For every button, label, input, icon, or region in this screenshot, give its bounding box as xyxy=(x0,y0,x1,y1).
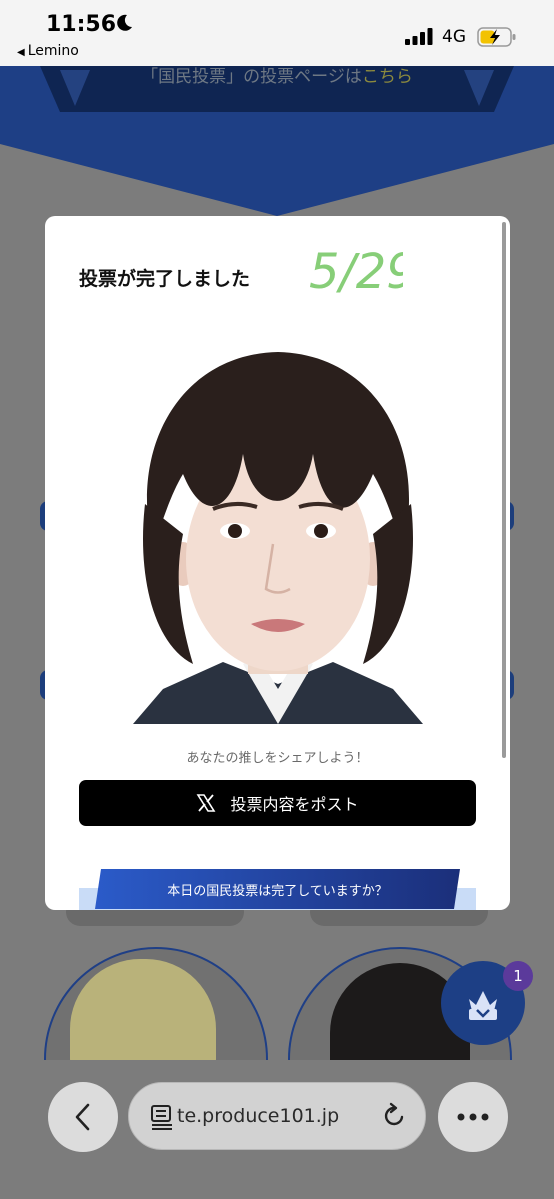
background-banner xyxy=(0,66,554,216)
x-logo-icon xyxy=(197,794,216,812)
more-options-button[interactable] xyxy=(438,1082,508,1152)
banner-text-main: 「国民投票」の投票ページは xyxy=(141,67,362,87)
url-text: te.produce101.jp xyxy=(177,1105,340,1127)
vote-banner-label: 本日の国民投票は完了していますか？ xyxy=(167,883,388,899)
battery-icon xyxy=(477,27,516,47)
modal-title: 投票が完了しました xyxy=(79,268,251,290)
network-label: 4G xyxy=(442,27,466,47)
reader-icon[interactable] xyxy=(150,1104,176,1130)
banner-link[interactable]: こちら xyxy=(362,67,413,87)
share-prompt: あなたの推しをシェアしよう！ xyxy=(186,751,369,766)
vote-complete-modal: 投票が完了しました 5/29 あなたの推しをシェアしよう！ xyxy=(45,216,510,910)
back-triangle-icon: ◀ xyxy=(17,47,25,58)
moon-icon xyxy=(117,14,132,31)
more-icon xyxy=(457,1113,489,1121)
back-chevron-icon xyxy=(75,1103,90,1131)
status-time: 11:56 xyxy=(46,12,117,37)
address-bar[interactable]: te.produce101.jp xyxy=(128,1082,426,1150)
post-button-label: 投票内容をポスト xyxy=(230,795,359,814)
notification-badge: 1 xyxy=(503,961,533,991)
back-app-label: Lemino xyxy=(27,43,79,59)
reload-icon[interactable] xyxy=(380,1102,408,1130)
signal-icon xyxy=(405,28,433,45)
browser-back-button[interactable] xyxy=(48,1082,118,1152)
modal-scrollbar[interactable] xyxy=(502,222,506,758)
status-bar: 11:56 ◀ Lemino 4G xyxy=(0,0,554,66)
back-to-app-link[interactable]: ◀ Lemino xyxy=(17,43,79,59)
post-to-x-button[interactable]: 投票内容をポスト xyxy=(79,780,476,826)
handwritten-date-text: 5/29 xyxy=(309,244,403,300)
crown-icon xyxy=(469,991,497,1020)
vote-status-banner[interactable]: 本日の国民投票は完了していますか？ xyxy=(95,869,460,909)
candidate-portrait xyxy=(133,352,423,724)
handwritten-date-note: 5/29 xyxy=(309,244,403,300)
